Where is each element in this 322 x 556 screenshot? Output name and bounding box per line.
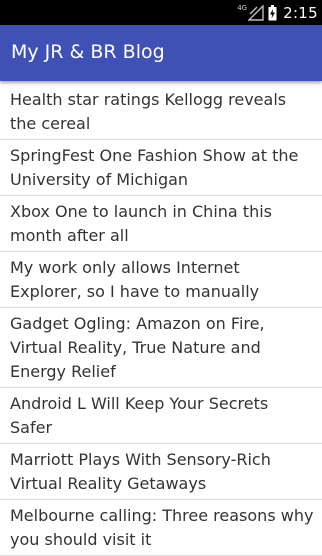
app-bar: My JR & BR Blog [0, 25, 322, 81]
list-item-post[interactable]: Health star ratings Kellogg reveals the … [0, 84, 322, 140]
status-time: 2:15 [283, 3, 318, 22]
post-title: My work only allows Internet Explorer, s… [10, 258, 260, 301]
network-type-label: 4G [237, 3, 248, 12]
list-item-post[interactable]: My work only allows Internet Explorer, s… [0, 252, 322, 308]
post-title: Melbourne calling: Three reasons why you… [10, 506, 314, 549]
list-item-post[interactable]: Android L Will Keep Your Secrets Safer [0, 388, 322, 444]
post-title: Marriott Plays With Sensory-Rich Virtual… [10, 450, 271, 493]
post-list: Health star ratings Kellogg reveals the … [0, 84, 322, 556]
post-title: Gadget Ogling: Amazon on Fire, Virtual R… [10, 314, 265, 381]
post-title: Health star ratings Kellogg reveals the … [10, 90, 287, 133]
list-item-post[interactable]: Xbox One to launch in China this month a… [0, 196, 322, 252]
list-item-post[interactable]: Melbourne calling: Three reasons why you… [0, 500, 322, 556]
list-item-post[interactable]: Gadget Ogling: Amazon on Fire, Virtual R… [0, 308, 322, 388]
status-icons: 4G 2:15 [237, 0, 318, 25]
post-title: SpringFest One Fashion Show at the Unive… [10, 146, 299, 189]
post-title: Android L Will Keep Your Secrets Safer [10, 394, 269, 437]
app-title: My JR & BR Blog [11, 41, 165, 63]
list-item-post[interactable]: SpringFest One Fashion Show at the Unive… [0, 140, 322, 196]
status-bar: 4G 2:15 [0, 0, 322, 25]
battery-charging-icon [268, 4, 277, 20]
list-item-post[interactable]: Marriott Plays With Sensory-Rich Virtual… [0, 444, 322, 500]
post-title: Xbox One to launch in China this month a… [10, 202, 272, 245]
signal-icon [248, 4, 264, 21]
